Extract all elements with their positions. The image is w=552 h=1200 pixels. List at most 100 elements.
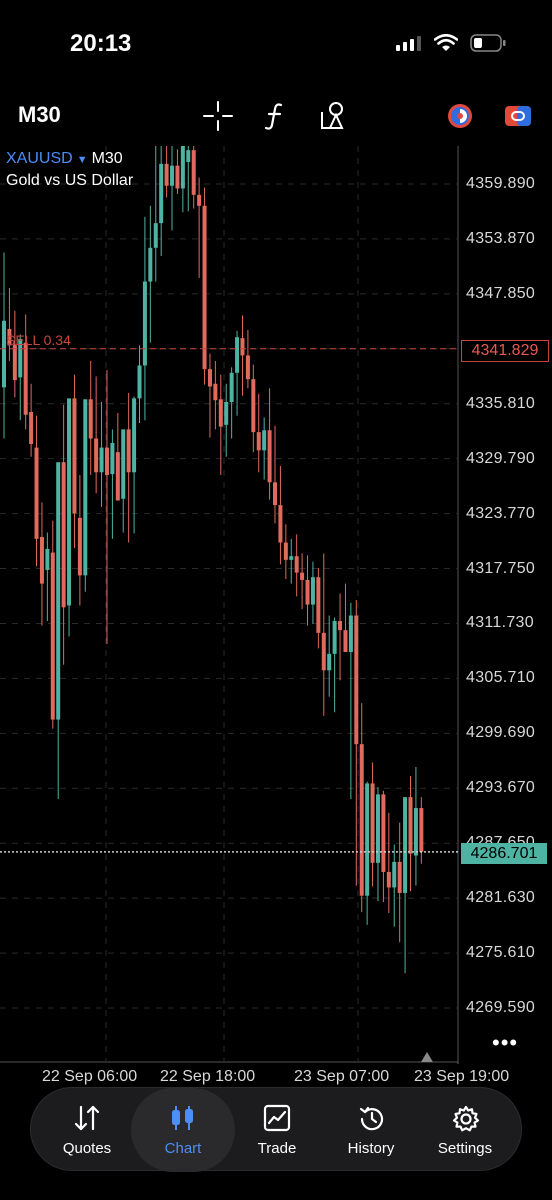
- candle-body: [370, 783, 375, 863]
- candle-body: [77, 517, 82, 576]
- more-options-button[interactable]: •••: [492, 1030, 518, 1056]
- candle-body: [45, 548, 50, 570]
- price-tick-label: 4347.850: [466, 284, 536, 302]
- chart-candles-icon: [172, 1106, 193, 1130]
- quotes-arrows-icon: [74, 1105, 100, 1131]
- candle-body: [132, 398, 137, 473]
- trade-chart-icon: [263, 1104, 291, 1132]
- candle-body: [67, 398, 72, 606]
- candle-body: [403, 797, 408, 893]
- tab-history[interactable]: History: [323, 1088, 419, 1172]
- indicator-f-icon[interactable]: [260, 100, 292, 132]
- candle-body: [240, 338, 245, 356]
- candle-body: [34, 447, 39, 539]
- candle-body: [218, 399, 223, 427]
- candle-body: [207, 369, 212, 387]
- candle-body: [419, 808, 424, 852]
- candle-body: [316, 577, 321, 633]
- settings-gear-icon: [452, 1105, 480, 1132]
- candle-body: [305, 579, 310, 605]
- candle-body: [72, 398, 77, 514]
- candle-body: [213, 383, 218, 401]
- candle-body: [99, 447, 104, 473]
- history-clock-icon: [359, 1106, 384, 1131]
- candle-body: [56, 462, 61, 720]
- price-tick-label: 4305.710: [466, 669, 536, 687]
- candle-body: [61, 462, 66, 608]
- candle-body: [126, 429, 131, 473]
- symbol-title[interactable]: XAUUSD ▼ M30: [6, 150, 123, 168]
- color-theme-icon[interactable]: [444, 100, 476, 132]
- tab-trade[interactable]: Trade: [229, 1088, 325, 1172]
- candle-body: [397, 861, 402, 893]
- candle-body: [115, 452, 120, 501]
- candle-body: [251, 379, 256, 433]
- candle-body: [137, 365, 142, 399]
- candle-body: [50, 552, 55, 720]
- candle-body: [12, 344, 17, 381]
- candle-body: [273, 482, 277, 506]
- candle-body: [148, 247, 153, 282]
- tab-history-label: History: [347, 1140, 395, 1157]
- candle-body: [413, 808, 418, 856]
- candle-body: [121, 429, 126, 499]
- symbol-dropdown-icon[interactable]: ▼: [77, 154, 88, 166]
- price-tick-label: 4329.790: [466, 449, 536, 467]
- crosshair-icon[interactable]: [202, 100, 234, 132]
- current-price-tag: 4286.701: [461, 843, 547, 864]
- price-tick-label: 4359.890: [466, 175, 536, 192]
- symbol-timeframe: M30: [91, 150, 123, 167]
- price-chart[interactable]: [0, 146, 552, 1064]
- tab-chart-label: Chart: [164, 1140, 202, 1157]
- candle-body: [110, 443, 115, 475]
- price-tick-label: 4299.690: [466, 724, 536, 742]
- status-bar: 20:13: [0, 0, 552, 90]
- time-tick-label: 22 Sep 06:00: [42, 1068, 138, 1085]
- candle-body: [300, 572, 305, 580]
- price-tick-label: 4311.730: [466, 614, 534, 632]
- candle-body: [29, 412, 34, 444]
- candle-body: [170, 165, 175, 186]
- candle-body: [262, 430, 267, 451]
- candle-body: [392, 861, 397, 888]
- candle-body: [289, 556, 294, 560]
- candle-body: [348, 615, 353, 653]
- candle-body: [278, 505, 283, 543]
- scroll-end-marker-icon[interactable]: [421, 1052, 433, 1062]
- candle-body: [245, 355, 250, 380]
- price-tick-label: 4281.630: [466, 889, 536, 907]
- candle-body: [332, 621, 337, 654]
- candle-body: [202, 205, 207, 370]
- bottom-tab-bar: Quotes Chart Trade History Settings: [30, 1087, 522, 1172]
- time-tick-label: 22 Sep 18:00: [160, 1068, 256, 1085]
- candle-body: [153, 223, 158, 248]
- tab-settings[interactable]: Settings: [417, 1088, 513, 1172]
- candle-body: [343, 630, 348, 653]
- candle-body: [83, 399, 88, 576]
- candle-body: [294, 556, 299, 573]
- symbol-name[interactable]: XAUUSD: [6, 150, 73, 167]
- price-tick-label: 4269.590: [466, 999, 536, 1016]
- candle-body: [229, 372, 234, 402]
- tab-chart[interactable]: Chart: [131, 1088, 235, 1172]
- candle-body: [338, 621, 343, 631]
- account-toggle-icon[interactable]: [502, 100, 534, 132]
- sell-order-label[interactable]: SELL 0.34: [6, 332, 71, 348]
- candle-body: [381, 794, 386, 872]
- price-tick-label: 4275.610: [466, 944, 536, 962]
- candle-body: [142, 281, 147, 366]
- candle-body: [386, 871, 391, 888]
- candle-body: [94, 438, 99, 473]
- price-tick-label: 4317.750: [466, 559, 536, 577]
- tab-quotes[interactable]: Quotes: [39, 1088, 135, 1172]
- candle-body: [186, 150, 191, 163]
- candle-body: [235, 337, 240, 373]
- timeframe-button[interactable]: M30: [18, 102, 61, 128]
- candle-body: [408, 797, 413, 854]
- candle-body: [359, 744, 364, 896]
- time-tick-label: 23 Sep 19:00: [414, 1068, 510, 1085]
- candle-body: [256, 432, 261, 451]
- candle-body: [180, 146, 185, 189]
- candle-body: [175, 165, 180, 189]
- objects-icon[interactable]: [318, 100, 350, 132]
